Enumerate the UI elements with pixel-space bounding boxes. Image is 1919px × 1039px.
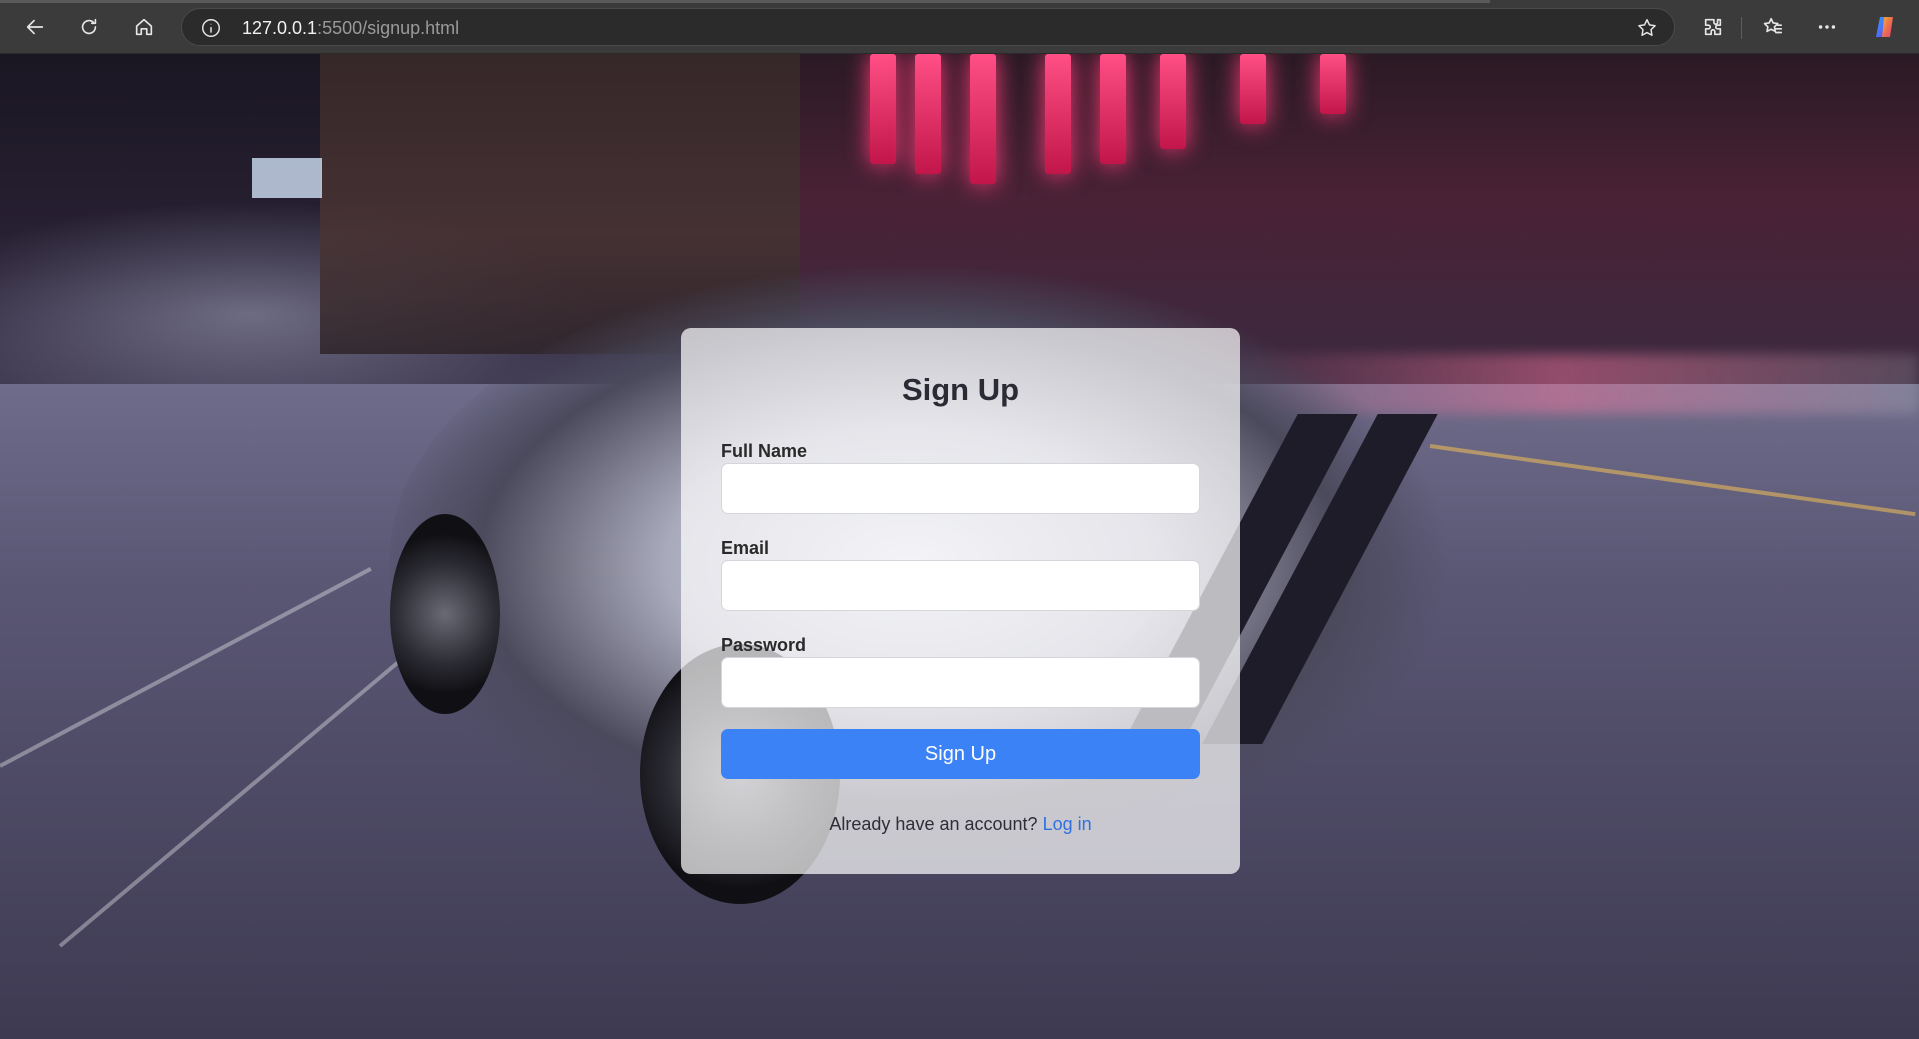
tab-strip-edge	[0, 0, 1490, 3]
email-label: Email	[721, 538, 770, 558]
signup-card: Sign Up Full Name Email Password Sign Up…	[681, 328, 1240, 874]
favorites-button[interactable]	[1752, 6, 1794, 48]
more-button[interactable]	[1806, 6, 1848, 48]
extensions-icon	[1704, 18, 1722, 36]
signup-button[interactable]: Sign Up	[721, 729, 1200, 779]
login-prompt-text: Already have an account?	[829, 814, 1038, 834]
email-field[interactable]	[721, 560, 1200, 611]
info-icon[interactable]	[200, 17, 222, 39]
background-billboard	[252, 158, 322, 198]
back-icon	[26, 19, 44, 35]
favorites-icon	[1763, 17, 1783, 34]
page-viewport: Sign Up Full Name Email Password Sign Up…	[0, 54, 1919, 1039]
more-icon	[1818, 25, 1836, 29]
refresh-button[interactable]	[68, 6, 110, 48]
password-label: Password	[721, 635, 807, 655]
url-path: :5500/signup.html	[317, 18, 460, 38]
password-field[interactable]	[721, 657, 1200, 708]
full-name-field[interactable]	[721, 463, 1200, 514]
copilot-icon[interactable]	[1872, 13, 1900, 41]
extensions-button[interactable]	[1692, 6, 1734, 48]
home-icon	[135, 18, 153, 36]
login-prompt: Already have an account? Log in	[681, 814, 1240, 835]
toolbar-divider	[1741, 17, 1742, 39]
page-title: Sign Up	[901, 372, 1020, 407]
full-name-label: Full Name	[721, 441, 808, 461]
refresh-icon	[81, 18, 97, 35]
browser-toolbar: 127.0.0.1:5500/signup.html	[0, 0, 1919, 54]
address-url[interactable]: 127.0.0.1:5500/signup.html	[242, 18, 459, 39]
home-button[interactable]	[123, 6, 165, 48]
address-bar[interactable]: 127.0.0.1:5500/signup.html	[181, 8, 1675, 46]
url-host: 127.0.0.1	[242, 18, 318, 38]
login-link[interactable]: Log in	[1043, 814, 1092, 834]
back-button[interactable]	[14, 6, 56, 48]
favorite-star-icon[interactable]	[1636, 17, 1658, 39]
